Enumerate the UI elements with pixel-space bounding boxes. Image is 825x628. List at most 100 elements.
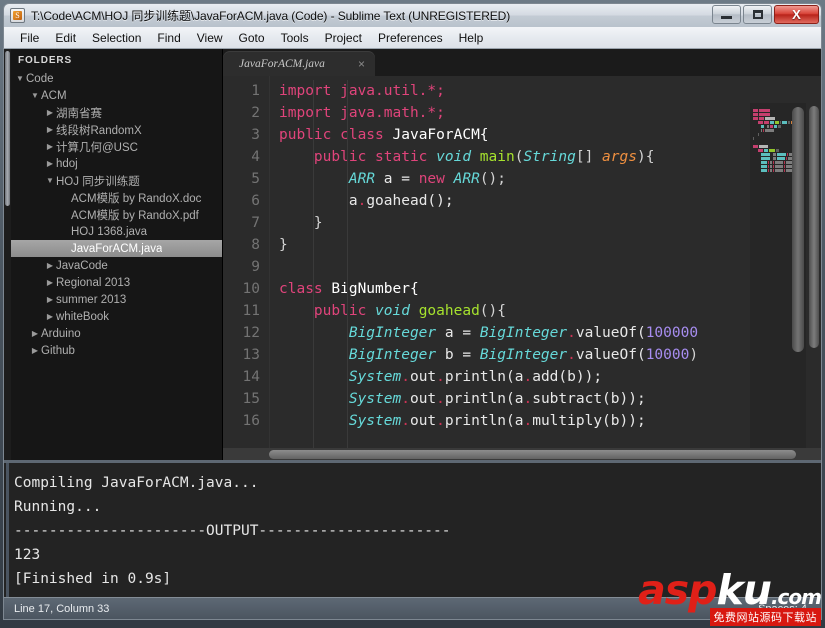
chevron-right-icon[interactable]: ▶ xyxy=(44,278,56,287)
sublime-text-icon: S xyxy=(10,8,25,23)
minimap-token xyxy=(761,153,771,156)
minimap-token xyxy=(769,165,773,168)
sidebar-item-11[interactable]: ▶ JavaCode xyxy=(4,257,222,274)
minimap[interactable] xyxy=(750,103,806,450)
sidebar-item-12[interactable]: ▶ Regional 2013 xyxy=(4,274,222,291)
sidebar-item-4[interactable]: ▶ 计算几何@USC xyxy=(4,138,222,155)
build-output-panel[interactable]: Compiling JavaForACM.java... Running... --… xyxy=(4,460,821,597)
sidebar-item-7[interactable]: ACM模版 by RandoX.doc xyxy=(4,189,222,206)
code-line[interactable]: System.out.println(a.multiply(b)); xyxy=(270,410,821,432)
minimap-viewport[interactable] xyxy=(792,107,804,352)
chevron-right-icon[interactable]: ▶ xyxy=(44,295,56,304)
minimap-token xyxy=(784,169,786,172)
code-token: println(a xyxy=(444,413,524,429)
sidebar-scrollbar-thumb[interactable] xyxy=(5,51,10,206)
menu-item-edit[interactable]: Edit xyxy=(47,29,84,47)
code-line[interactable] xyxy=(270,256,821,278)
menu-item-selection[interactable]: Selection xyxy=(84,29,149,47)
code-line[interactable]: } xyxy=(270,234,821,256)
code-line[interactable]: public void goahead(){ xyxy=(270,300,821,322)
code-line[interactable]: BigInteger a = BigInteger.valueOf(100000 xyxy=(270,322,821,344)
menu-item-goto[interactable]: Goto xyxy=(231,29,273,47)
menu-item-view[interactable]: View xyxy=(189,29,231,47)
chevron-right-icon[interactable]: ▶ xyxy=(29,329,41,338)
minimap-token xyxy=(764,117,775,120)
sidebar-item-5[interactable]: ▶ hdoj xyxy=(4,155,222,172)
editor-vertical-scrollbar[interactable] xyxy=(809,106,819,348)
code-token: public xyxy=(313,303,376,319)
sidebar-item-6[interactable]: ▼ HOJ 同步训练题 xyxy=(4,172,222,189)
code-token: ARR xyxy=(453,171,480,187)
indentation-setting[interactable]: Spaces: 4 xyxy=(758,603,811,615)
close-icon[interactable]: × xyxy=(336,58,365,70)
menu-item-tools[interactable]: Tools xyxy=(273,29,317,47)
code-line[interactable]: import java.util.*; xyxy=(270,80,821,102)
sidebar-item-2[interactable]: ▶ 湖南省赛 xyxy=(4,104,222,121)
code-line[interactable]: public static void main(String[] args){ xyxy=(270,146,821,168)
code-line[interactable]: public class JavaForACM{ xyxy=(270,124,821,146)
minimap-token xyxy=(767,161,769,164)
cursor-position[interactable]: Line 17, Column 33 xyxy=(14,603,109,615)
window-title: T:\Code\ACM\HOJ 同步训练题\JavaForACM.java (C… xyxy=(31,9,511,23)
minimize-button[interactable] xyxy=(712,5,741,24)
code-line[interactable]: a.goahead(); xyxy=(270,190,821,212)
sidebar-item-13[interactable]: ▶ summer 2013 xyxy=(4,291,222,308)
code-token: ){ xyxy=(636,149,655,165)
line-number: 7 xyxy=(251,215,260,231)
minimap-token xyxy=(781,121,787,124)
chevron-right-icon[interactable]: ▶ xyxy=(44,312,56,321)
code-token: BigNumber{ xyxy=(331,281,419,297)
sidebar-item-8[interactable]: ACM模版 by RandoX.pdf xyxy=(4,206,222,223)
editor-horizontal-scrollbar[interactable] xyxy=(269,450,796,459)
code-token: . xyxy=(567,325,576,341)
chevron-right-icon[interactable]: ▶ xyxy=(44,261,56,270)
menu-item-file[interactable]: File xyxy=(12,29,47,47)
code-token: new xyxy=(418,171,454,187)
chevron-right-icon[interactable]: ▶ xyxy=(44,108,56,117)
chevron-down-icon[interactable]: ▼ xyxy=(29,91,41,100)
chevron-right-icon[interactable]: ▶ xyxy=(44,125,56,134)
chevron-down-icon[interactable]: ▼ xyxy=(44,176,56,185)
sidebar-item-16[interactable]: ▶ Github xyxy=(4,342,222,359)
menu-item-preferences[interactable]: Preferences xyxy=(370,29,451,47)
tab-javaforacm[interactable]: JavaForACM.java × xyxy=(223,51,375,76)
code-token: BigInteger xyxy=(348,325,437,341)
sidebar-item-label: 计算几何@USC xyxy=(56,141,138,154)
horizontal-scrollbar-thumb[interactable] xyxy=(269,450,796,459)
code-line[interactable]: } xyxy=(270,212,821,234)
sidebar-item-label: 线段树RandomX xyxy=(56,124,142,137)
menu-item-help[interactable]: Help xyxy=(451,29,492,47)
sidebar-item-0[interactable]: ▼ Code xyxy=(4,70,222,87)
chevron-right-icon[interactable]: ▶ xyxy=(44,142,56,151)
menu-item-project[interactable]: Project xyxy=(317,29,370,47)
sidebar-item-1[interactable]: ▼ ACM xyxy=(4,87,222,104)
vertical-scrollbar-thumb[interactable] xyxy=(809,106,819,348)
code-area[interactable]: 1 2 3 4 5 6 7 8 9 10 11 12 13 14 15 16 import java.util… xyxy=(223,76,821,460)
close-button[interactable]: X xyxy=(774,5,819,24)
code-line[interactable]: ARR a = new ARR(); xyxy=(270,168,821,190)
chevron-down-icon[interactable]: ▼ xyxy=(14,74,26,83)
code-line[interactable]: System.out.println(a.add(b)); xyxy=(270,366,821,388)
maximize-button[interactable] xyxy=(743,5,772,24)
sidebar-item-10[interactable]: JavaForACM.java xyxy=(4,240,222,257)
code-token: java.util.*; xyxy=(340,83,445,99)
sidebar-item-3[interactable]: ▶ 线段树RandomX xyxy=(4,121,222,138)
code-token: BigInteger xyxy=(479,347,568,363)
minimap-token xyxy=(767,165,769,168)
sidebar-item-15[interactable]: ▶ Arduino xyxy=(4,325,222,342)
main-body: FOLDERS ▼ Code ▼ ACM ▶ 湖南省赛 ▶ 线段树RandomX ▶ 计算几何@U… xyxy=(3,49,822,597)
code-token: [] xyxy=(575,149,603,165)
sidebar-scrollbar[interactable] xyxy=(4,49,11,460)
line-number: 13 xyxy=(242,347,260,363)
code-line[interactable]: System.out.println(a.subtract(b)); xyxy=(270,388,821,410)
sidebar-item-label: Github xyxy=(41,344,75,357)
code-line[interactable]: class BigNumber{ xyxy=(270,278,821,300)
sidebar-item-9[interactable]: HOJ 1368.java xyxy=(4,223,222,240)
chevron-right-icon[interactable]: ▶ xyxy=(29,346,41,355)
chevron-right-icon[interactable]: ▶ xyxy=(44,159,56,168)
code-line[interactable]: import java.math.*; xyxy=(270,102,821,124)
code-line[interactable]: BigInteger b = BigInteger.valueOf(10000) xyxy=(270,344,821,366)
sidebar-item-14[interactable]: ▶ whiteBook xyxy=(4,308,222,325)
code-content[interactable]: import java.util.*; import java.math.*; pu… xyxy=(269,76,821,460)
menu-item-find[interactable]: Find xyxy=(149,29,188,47)
